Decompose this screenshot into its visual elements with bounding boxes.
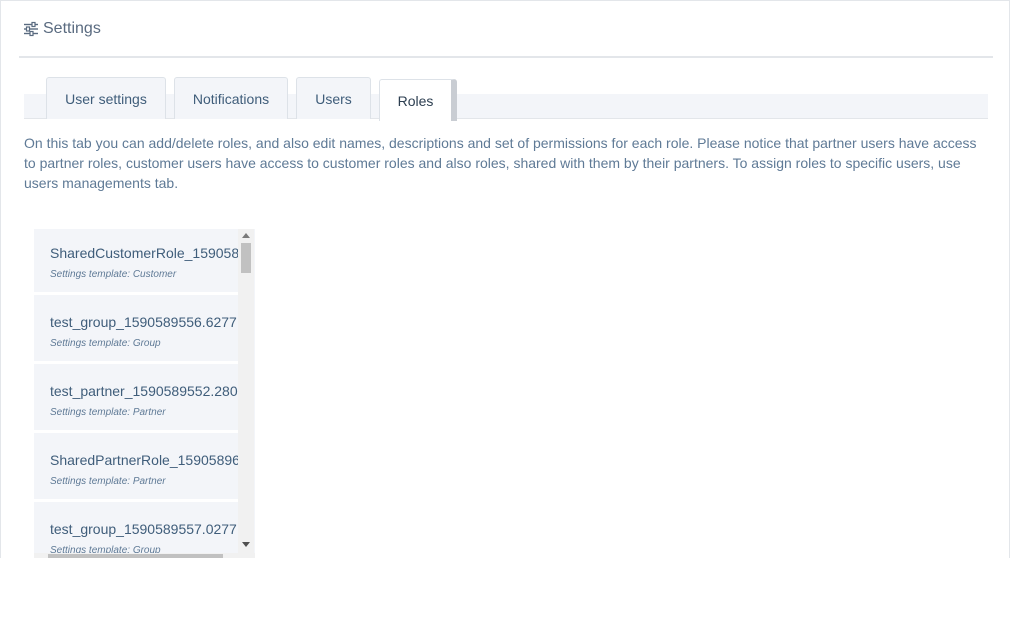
tab-user-settings[interactable]: User settings bbox=[46, 77, 166, 119]
tab-label: Roles bbox=[397, 92, 434, 109]
tab-users[interactable]: Users bbox=[296, 77, 371, 119]
horizontal-scrollbar[interactable] bbox=[34, 553, 255, 558]
tab-label: Notifications bbox=[192, 90, 270, 107]
role-item[interactable]: test_group_1590589556.6277 Settings temp… bbox=[34, 298, 239, 364]
role-item[interactable]: test_group_1590589557.0277 Settings temp… bbox=[34, 505, 239, 553]
tab-bar bbox=[24, 94, 988, 119]
role-template: Settings template: Group bbox=[50, 545, 161, 553]
sliders-icon bbox=[23, 21, 39, 37]
role-list-viewport: SharedCustomerRole_159058 Settings templ… bbox=[34, 229, 239, 553]
tab-notifications[interactable]: Notifications bbox=[174, 77, 288, 119]
scrollbar-thumb[interactable] bbox=[48, 554, 223, 558]
role-item[interactable]: SharedCustomerRole_159058 Settings templ… bbox=[34, 229, 239, 295]
roles-description: On this tab you can add/delete roles, an… bbox=[24, 135, 977, 191]
tab-label: Users bbox=[315, 90, 352, 107]
tab-roles[interactable]: Roles bbox=[379, 79, 457, 121]
scroll-up-icon[interactable] bbox=[242, 233, 250, 238]
page-title: Settings bbox=[43, 19, 101, 37]
role-template: Settings template: Customer bbox=[50, 269, 177, 280]
scrollbar-thumb[interactable] bbox=[241, 243, 251, 273]
tab-label: User settings bbox=[65, 90, 147, 107]
role-template: Settings template: Partner bbox=[50, 476, 166, 487]
scroll-down-icon[interactable] bbox=[242, 542, 250, 547]
settings-header: Settings bbox=[19, 1, 993, 58]
role-template: Settings template: Group bbox=[50, 338, 161, 349]
settings-panel: Settings User settings Notifications Use… bbox=[0, 0, 1010, 558]
role-name: test_partner_1590589552.280 bbox=[50, 383, 238, 399]
role-item[interactable]: SharedPartnerRole_15905896 Settings temp… bbox=[34, 436, 239, 502]
role-list[interactable]: SharedCustomerRole_159058 Settings templ… bbox=[34, 229, 255, 558]
role-item[interactable]: test_partner_1590589552.280 Settings tem… bbox=[34, 367, 239, 433]
vertical-scrollbar[interactable] bbox=[238, 229, 254, 553]
role-name: test_group_1590589556.6277 bbox=[50, 314, 237, 330]
role-name: test_group_1590589557.0277 bbox=[50, 521, 237, 537]
role-name: SharedPartnerRole_15905896 bbox=[50, 452, 239, 468]
role-template: Settings template: Partner bbox=[50, 407, 166, 418]
role-name: SharedCustomerRole_159058 bbox=[50, 245, 239, 261]
